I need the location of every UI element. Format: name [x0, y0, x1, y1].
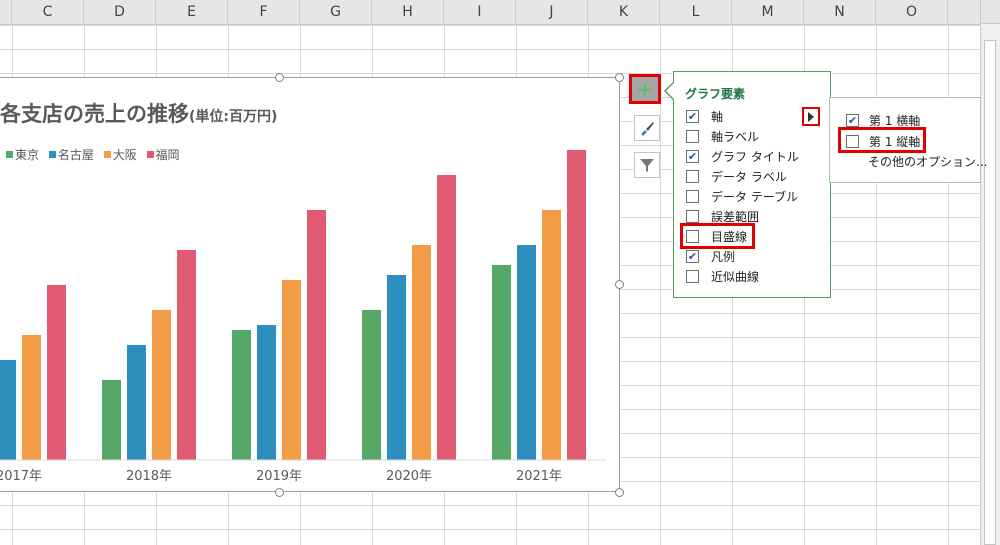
checkbox-chart-title[interactable]: ✔ — [686, 150, 699, 163]
bar-2019年-名古屋[interactable] — [257, 325, 276, 460]
bar-2021年-福岡[interactable] — [567, 150, 586, 460]
bar-2020年-大阪[interactable] — [412, 245, 431, 460]
option-chart-title-label: グラフ タイトル — [711, 150, 799, 164]
brush-icon — [641, 122, 654, 136]
x-tick-label: 2017年 — [0, 469, 42, 484]
option-data-labels[interactable]: データ ラベル — [686, 168, 787, 186]
funnel-icon — [640, 159, 654, 172]
chart-styles-button[interactable] — [634, 115, 660, 141]
checkbox-axis-titles[interactable] — [686, 130, 699, 143]
bar-2020年-名古屋[interactable] — [387, 275, 406, 460]
option-data-table-label: データ テーブル — [711, 190, 799, 204]
bar-2019年-大阪[interactable] — [282, 280, 301, 460]
bar-2019年-東京[interactable] — [232, 330, 251, 460]
option-axes-label: 軸 — [711, 110, 724, 124]
more-axis-options-link[interactable]: その他のオプション... — [868, 153, 987, 170]
gridlines-highlight — [680, 223, 755, 249]
x-tick-label: 2020年 — [386, 469, 432, 484]
checkbox-trendline[interactable] — [686, 270, 699, 283]
checkbox-data-table[interactable] — [686, 190, 699, 203]
column-header-p[interactable] — [948, 0, 980, 24]
bar-2020年-福岡[interactable] — [437, 175, 456, 460]
option-legend-label: 凡例 — [711, 250, 736, 264]
bar-2017年-福岡[interactable] — [47, 285, 66, 460]
x-tick-label: 2021年 — [516, 469, 562, 484]
scrollbar-thumb[interactable] — [984, 40, 996, 545]
column-header-m[interactable]: M — [732, 0, 804, 24]
bar-2017年-大阪[interactable] — [22, 335, 41, 460]
option-axis-titles-label: 軸ラベル — [711, 130, 760, 144]
x-tick-label: 2018年 — [126, 469, 172, 484]
bar-2018年-名古屋[interactable] — [127, 345, 146, 460]
bar-2021年-名古屋[interactable] — [517, 245, 536, 460]
checkbox-legend[interactable]: ✔ — [686, 250, 699, 263]
bar-2021年-東京[interactable] — [492, 265, 511, 460]
x-tick-label: 2019年 — [256, 469, 302, 484]
triangle-right-icon — [808, 111, 814, 122]
option-chart-title[interactable]: ✔ グラフ タイトル — [686, 148, 799, 166]
checkbox-axes[interactable]: ✔ — [686, 110, 699, 123]
axes-expand-button[interactable] — [802, 107, 820, 126]
bar-2019年-福岡[interactable] — [307, 210, 326, 460]
plot-area[interactable]: 2017年 2018年 2019年 2020年 2021年 — [0, 0, 620, 492]
bar-2018年-大阪[interactable] — [152, 310, 171, 460]
option-trendline-label: 近似曲線 — [711, 270, 760, 284]
vertical-scrollbar[interactable] — [980, 0, 1000, 545]
option-trendline[interactable]: 近似曲線 — [686, 268, 759, 286]
scrollbar-top-area — [981, 0, 1000, 24]
bar-2018年-福岡[interactable] — [177, 250, 196, 460]
chart-elements-button[interactable]: + — [629, 74, 661, 104]
checkbox-data-labels[interactable] — [686, 170, 699, 183]
checkbox-primary-horizontal[interactable]: ✔ — [846, 114, 859, 127]
bar-group — [0, 150, 586, 460]
option-error-bars-label: 誤差範囲 — [711, 210, 760, 224]
option-axes[interactable]: ✔ 軸 — [686, 108, 723, 126]
bar-2020年-東京[interactable] — [362, 310, 381, 460]
panel-pointer-inner — [666, 83, 674, 99]
option-axis-titles[interactable]: 軸ラベル — [686, 128, 759, 146]
panel-title: グラフ要素 — [685, 87, 746, 101]
option-data-table[interactable]: データ テーブル — [686, 188, 798, 206]
column-header-o[interactable]: O — [876, 0, 948, 24]
column-header-n[interactable]: N — [804, 0, 876, 24]
checkbox-error-bars[interactable] — [686, 210, 699, 223]
bar-2021年-大阪[interactable] — [542, 210, 561, 460]
bar-2017年-名古屋[interactable] — [0, 360, 16, 460]
primary-vertical-highlight — [838, 127, 926, 153]
option-data-labels-label: データ ラベル — [711, 170, 787, 184]
plus-icon: + — [636, 77, 654, 101]
option-legend[interactable]: ✔ 凡例 — [686, 248, 735, 266]
bar-2018年-東京[interactable] — [102, 380, 121, 460]
x-axis-labels: 2017年 2018年 2019年 2020年 2021年 — [0, 469, 562, 484]
chart-filters-button[interactable] — [634, 152, 660, 178]
column-header-l[interactable]: L — [660, 0, 732, 24]
option-primary-horizontal-label: 第 1 横軸 — [869, 114, 921, 128]
